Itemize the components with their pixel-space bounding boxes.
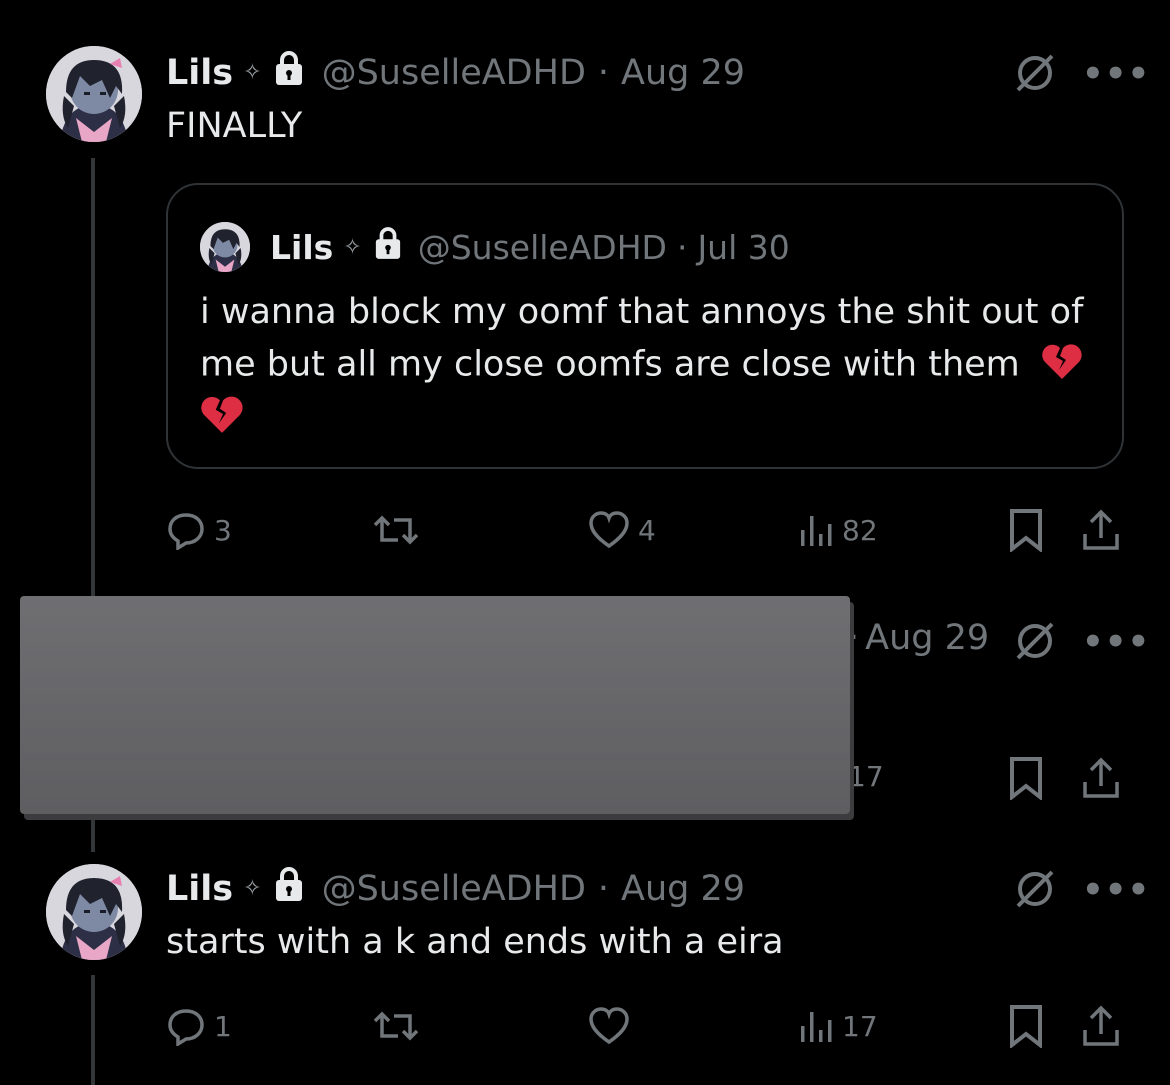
repost-button[interactable] — [372, 1008, 420, 1046]
thread-line — [91, 158, 95, 598]
quote-text-line-1: i wanna block my oomf that annoys the sh… — [200, 292, 1084, 332]
bookmark-button[interactable] — [1008, 508, 1044, 552]
more-icon[interactable]: ••• — [1082, 54, 1150, 94]
separator-dot: · — [597, 52, 610, 93]
reply-count: 1 — [214, 1009, 232, 1043]
thread-line — [91, 812, 95, 852]
author-handle[interactable]: @SuselleADHD — [322, 869, 586, 909]
views-button[interactable]: 17 — [848, 760, 884, 793]
repost-icon — [373, 1011, 419, 1041]
grok-icon[interactable] — [1012, 50, 1058, 100]
reply-icon — [168, 1009, 204, 1046]
broken-heart-icon — [200, 394, 244, 438]
bookmark-icon — [1010, 1005, 1042, 1048]
lock-icon — [274, 866, 304, 911]
quote-author-handle: @SuselleADHD — [417, 227, 667, 267]
views-icon — [801, 1012, 832, 1042]
avatar[interactable] — [46, 864, 142, 960]
quote-text-line-2: me but all my close oomfs are close with… — [200, 342, 1083, 389]
repost-icon — [373, 515, 419, 545]
like-button[interactable] — [588, 1006, 630, 1046]
post-header: Lils ✧ @SuselleADHD · Aug 29 — [166, 866, 745, 911]
views-button[interactable]: 82 — [798, 512, 878, 548]
thread-line — [91, 975, 95, 1085]
share-button[interactable] — [1080, 508, 1122, 552]
lock-icon — [274, 50, 304, 95]
post-text: starts with a k and ends with a eira — [166, 922, 784, 962]
bookmark-button[interactable] — [1008, 756, 1044, 800]
bookmark-icon — [1010, 757, 1042, 800]
share-icon — [1083, 1005, 1119, 1046]
post-date[interactable]: Aug 29 — [865, 618, 989, 658]
views-icon — [801, 516, 832, 546]
sparkle-icon: ✧ — [343, 234, 362, 260]
reply-button[interactable]: 1 — [166, 1006, 232, 1046]
quote-author-name: Lils — [270, 227, 334, 267]
views-button[interactable]: 17 — [798, 1008, 878, 1044]
sparkle-icon: ✧ — [243, 876, 262, 901]
more-icon[interactable]: ••• — [1082, 622, 1150, 662]
lock-icon — [374, 226, 402, 268]
sparkle-icon: ✧ — [243, 60, 262, 85]
quote-text-line-2-text: me but all my close oomfs are close with… — [200, 344, 1020, 385]
post-date[interactable]: Aug 29 — [621, 869, 745, 909]
author-name[interactable]: Lils — [166, 53, 233, 93]
more-icon[interactable]: ••• — [1082, 870, 1150, 910]
author-handle[interactable]: @SuselleADHD — [322, 53, 586, 93]
share-icon — [1083, 757, 1119, 798]
share-button[interactable] — [1080, 756, 1122, 800]
view-count: 17 — [848, 760, 884, 793]
view-count: 17 — [842, 1009, 878, 1043]
bookmark-icon — [1010, 509, 1042, 552]
broken-heart-icon — [1041, 342, 1083, 389]
reply-button[interactable]: 3 — [166, 510, 232, 550]
avatar[interactable] — [46, 46, 142, 142]
quote-avatar[interactable] — [200, 222, 250, 272]
like-button[interactable]: 4 — [588, 510, 656, 550]
post-text: FINALLY — [166, 106, 303, 146]
post-date[interactable]: Aug 29 — [621, 53, 745, 93]
grok-icon[interactable] — [1012, 866, 1058, 916]
separator-dot: · — [676, 227, 688, 267]
post-header: Lils ✧ @SuselleADHD · Aug 29 — [166, 50, 745, 95]
reply-count: 3 — [214, 513, 232, 547]
quote-header: Lils ✧ @SuselleADHD · Jul 30 — [270, 226, 790, 268]
quote-date: Jul 30 — [697, 227, 790, 267]
repost-button[interactable] — [372, 512, 420, 550]
bookmark-button[interactable] — [1008, 1004, 1044, 1048]
heart-icon — [589, 511, 629, 549]
heart-icon — [589, 1007, 629, 1045]
separator-dot: · — [597, 868, 610, 909]
share-button[interactable] — [1080, 1004, 1122, 1048]
post-header: · Aug 29 — [848, 618, 989, 658]
share-icon — [1083, 509, 1119, 550]
redaction-box — [20, 596, 850, 814]
reply-icon — [168, 513, 204, 550]
grok-icon[interactable] — [1012, 618, 1058, 668]
view-count: 82 — [842, 513, 878, 547]
author-name[interactable]: Lils — [166, 869, 233, 909]
like-count: 4 — [638, 513, 656, 547]
